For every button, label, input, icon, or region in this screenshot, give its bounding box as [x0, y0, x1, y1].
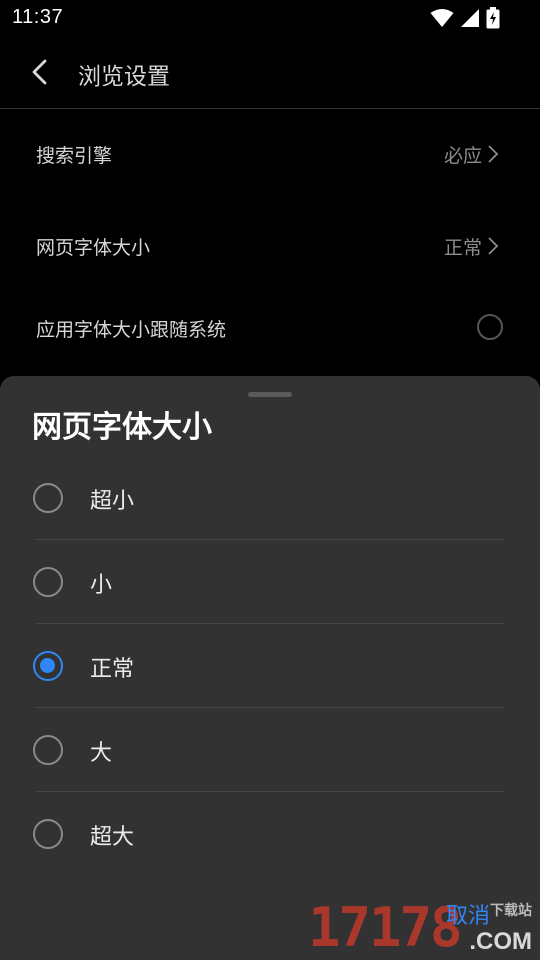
back-arrow-icon[interactable]: [24, 54, 60, 90]
chevron-right-icon: [488, 237, 499, 255]
radio-button[interactable]: [33, 567, 63, 597]
radio-button[interactable]: [33, 735, 63, 765]
option-normal[interactable]: 正常: [0, 624, 540, 708]
status-time: 11:37: [12, 6, 64, 28]
app-header: 浏览设置: [0, 36, 540, 108]
search-engine-label: 搜索引擎: [36, 145, 113, 167]
header-divider: [0, 108, 540, 109]
watermark-logo: 17178 取消 下载站 .COM: [306, 896, 536, 959]
setting-font-size[interactable]: 网页字体大小 正常: [0, 206, 540, 286]
option-label: 超小: [90, 489, 135, 514]
sheet-title: 网页字体大小: [32, 410, 212, 445]
radio-button[interactable]: [33, 819, 63, 849]
option-label: 大: [90, 741, 113, 766]
status-bar: 11:37: [0, 0, 540, 36]
wifi-icon: [430, 9, 454, 27]
watermark-domain: .COM: [469, 928, 532, 955]
radio-button-selected[interactable]: [33, 651, 63, 681]
font-size-sheet: 网页字体大小 超小 小 正常 大 超大 17178 取消 下载站 .COM: [0, 376, 540, 960]
follow-system-label: 应用字体大小跟随系统: [36, 319, 227, 341]
option-label: 正常: [90, 657, 135, 682]
option-extra-large[interactable]: 超大: [0, 792, 540, 876]
radio-button[interactable]: [33, 483, 63, 513]
sheet-drag-handle[interactable]: [248, 392, 292, 397]
chevron-right-icon: [488, 145, 499, 163]
battery-charging-icon: [486, 7, 500, 29]
page-title: 浏览设置: [78, 64, 170, 90]
cancel-button[interactable]: 取消: [446, 898, 490, 930]
option-large[interactable]: 大: [0, 708, 540, 792]
setting-search-engine[interactable]: 搜索引擎 必应: [0, 114, 540, 194]
watermark-number: 17178: [308, 896, 463, 959]
setting-follow-system[interactable]: 应用字体大小跟随系统: [0, 288, 540, 368]
option-label: 小: [90, 573, 113, 598]
search-engine-value: 必应: [443, 145, 482, 167]
cell-signal-icon: [461, 9, 479, 27]
option-label: 超大: [90, 825, 135, 850]
status-icons: [430, 7, 500, 29]
font-size-value: 正常: [443, 237, 482, 259]
watermark-subtitle: 下载站: [490, 903, 532, 919]
option-extra-small[interactable]: 超小: [0, 456, 540, 540]
option-small[interactable]: 小: [0, 540, 540, 624]
font-size-label: 网页字体大小: [36, 237, 151, 259]
follow-system-radio[interactable]: [477, 314, 503, 340]
